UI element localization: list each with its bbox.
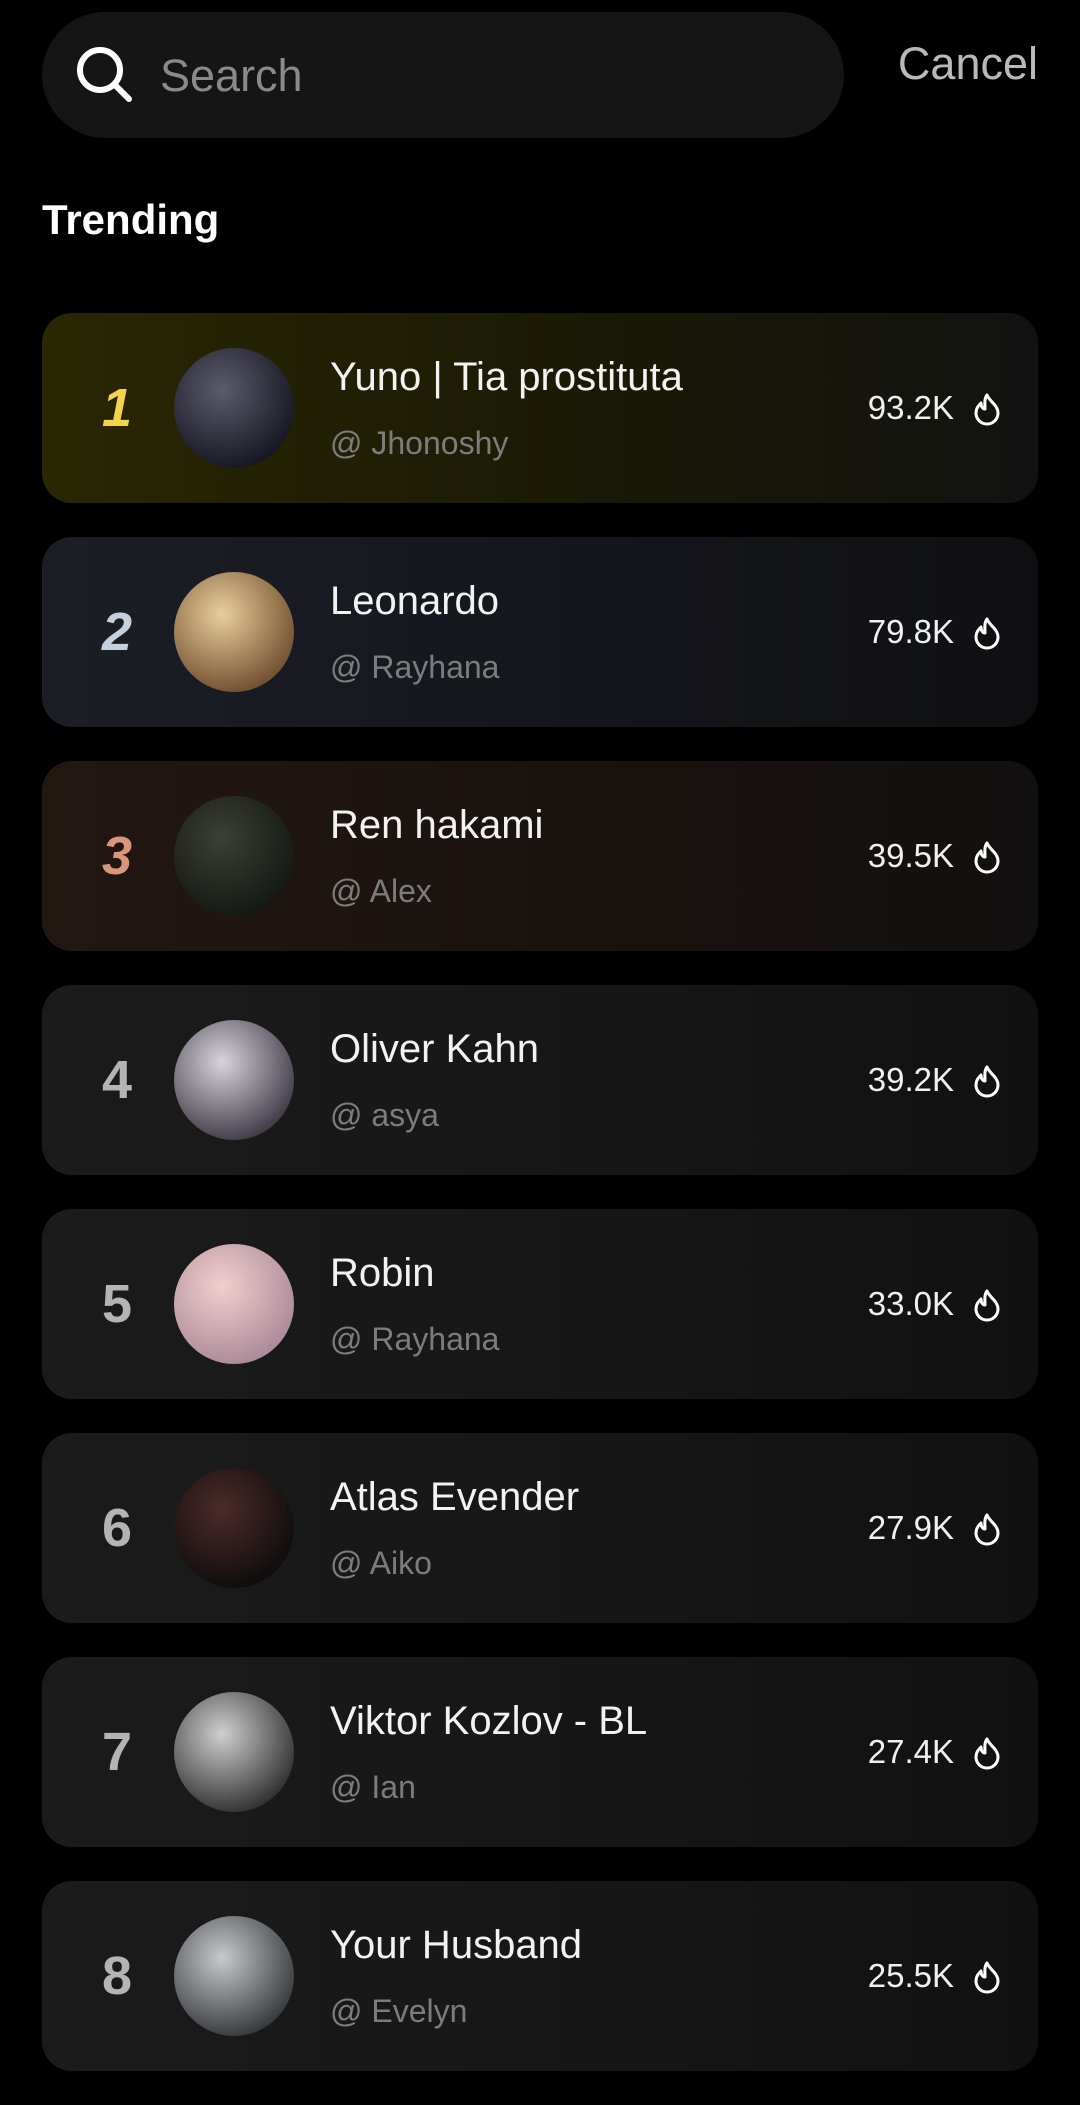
creator-handle: @ Rayhana	[330, 649, 500, 685]
avatar[interactable]	[174, 1916, 294, 2036]
creator-handle: @ Aiko	[330, 1545, 432, 1581]
avatar[interactable]	[174, 572, 294, 692]
character-name: Yuno | Tia prostituta	[330, 355, 683, 399]
trending-item[interactable]: 7 Viktor Kozlov - BL @ Ian 27.4K	[42, 1657, 1038, 1847]
trending-item[interactable]: 5 Robin @ Rayhana 33.0K	[42, 1209, 1038, 1399]
creator-handle: @ Jhonoshy	[330, 425, 509, 461]
popularity-count: 79.8K	[867, 613, 954, 650]
popularity-count: 27.4K	[867, 1733, 954, 1770]
character-name: Viktor Kozlov - BL	[330, 1699, 648, 1743]
avatar[interactable]	[174, 348, 294, 468]
rank-number: 2	[101, 602, 133, 662]
flame-icon	[974, 1289, 1000, 1322]
trending-item[interactable]: 1 Yuno | Tia prostituta @ Jhonoshy 93.2K	[42, 313, 1038, 503]
flame-icon	[974, 841, 1000, 874]
trending-item[interactable]: 6 Atlas Evender @ Aiko 27.9K	[42, 1433, 1038, 1623]
popularity-count: 39.5K	[867, 837, 954, 874]
rank-number: 4	[101, 1050, 133, 1110]
rank-number: 6	[101, 1498, 133, 1558]
creator-handle: @ Evelyn	[330, 1993, 468, 2029]
flame-icon	[974, 393, 1000, 426]
flame-icon	[974, 1065, 1000, 1098]
popularity-count: 25.5K	[867, 1957, 954, 1994]
creator-handle: @ Rayhana	[330, 1321, 500, 1357]
popularity-count: 33.0K	[867, 1285, 954, 1322]
section-title-trending: Trending	[42, 196, 220, 243]
trending-item[interactable]: 3 Ren hakami @ Alex 39.5K	[42, 761, 1038, 951]
character-name: Oliver Kahn	[330, 1027, 539, 1071]
character-name: Leonardo	[330, 579, 500, 623]
character-name: Robin	[330, 1251, 435, 1295]
cancel-button[interactable]: Cancel	[898, 38, 1038, 90]
creator-handle: @ Alex	[330, 873, 432, 909]
rank-number: 8	[101, 1946, 133, 2006]
rank-number: 7	[101, 1722, 133, 1782]
popularity-count: 39.2K	[867, 1061, 954, 1098]
character-name: Your Husband	[330, 1923, 583, 1967]
search-bar[interactable]	[42, 12, 844, 138]
popularity-count: 27.9K	[867, 1509, 954, 1546]
trending-item[interactable]: 2 Leonardo @ Rayhana 79.8K	[42, 537, 1038, 727]
rank-number: 3	[101, 826, 133, 886]
rank-number: 5	[101, 1274, 133, 1334]
creator-handle: @ asya	[330, 1097, 439, 1133]
trending-list: 1 Yuno | Tia prostituta @ Jhonoshy 93.2K 2 Le…	[42, 313, 1038, 2105]
avatar[interactable]	[174, 1468, 294, 1588]
avatar[interactable]	[174, 1244, 294, 1364]
flame-icon	[974, 1513, 1000, 1546]
character-name: Atlas Evender	[330, 1475, 580, 1519]
avatar[interactable]	[174, 796, 294, 916]
character-name: Ren hakami	[330, 803, 544, 847]
flame-icon	[974, 1737, 1000, 1770]
trending-item[interactable]: 4 Oliver Kahn @ asya 39.2K	[42, 985, 1038, 1175]
flame-icon	[974, 1961, 1000, 1994]
avatar[interactable]	[174, 1692, 294, 1812]
avatar[interactable]	[174, 1020, 294, 1140]
popularity-count: 93.2K	[867, 389, 954, 426]
rank-number: 1	[101, 378, 133, 438]
search-icon	[77, 47, 132, 102]
search-input[interactable]	[158, 38, 802, 114]
flame-icon	[974, 617, 1000, 650]
creator-handle: @ Ian	[330, 1769, 416, 1805]
trending-item[interactable]: 8 Your Husband @ Evelyn 25.5K	[42, 1881, 1038, 2071]
